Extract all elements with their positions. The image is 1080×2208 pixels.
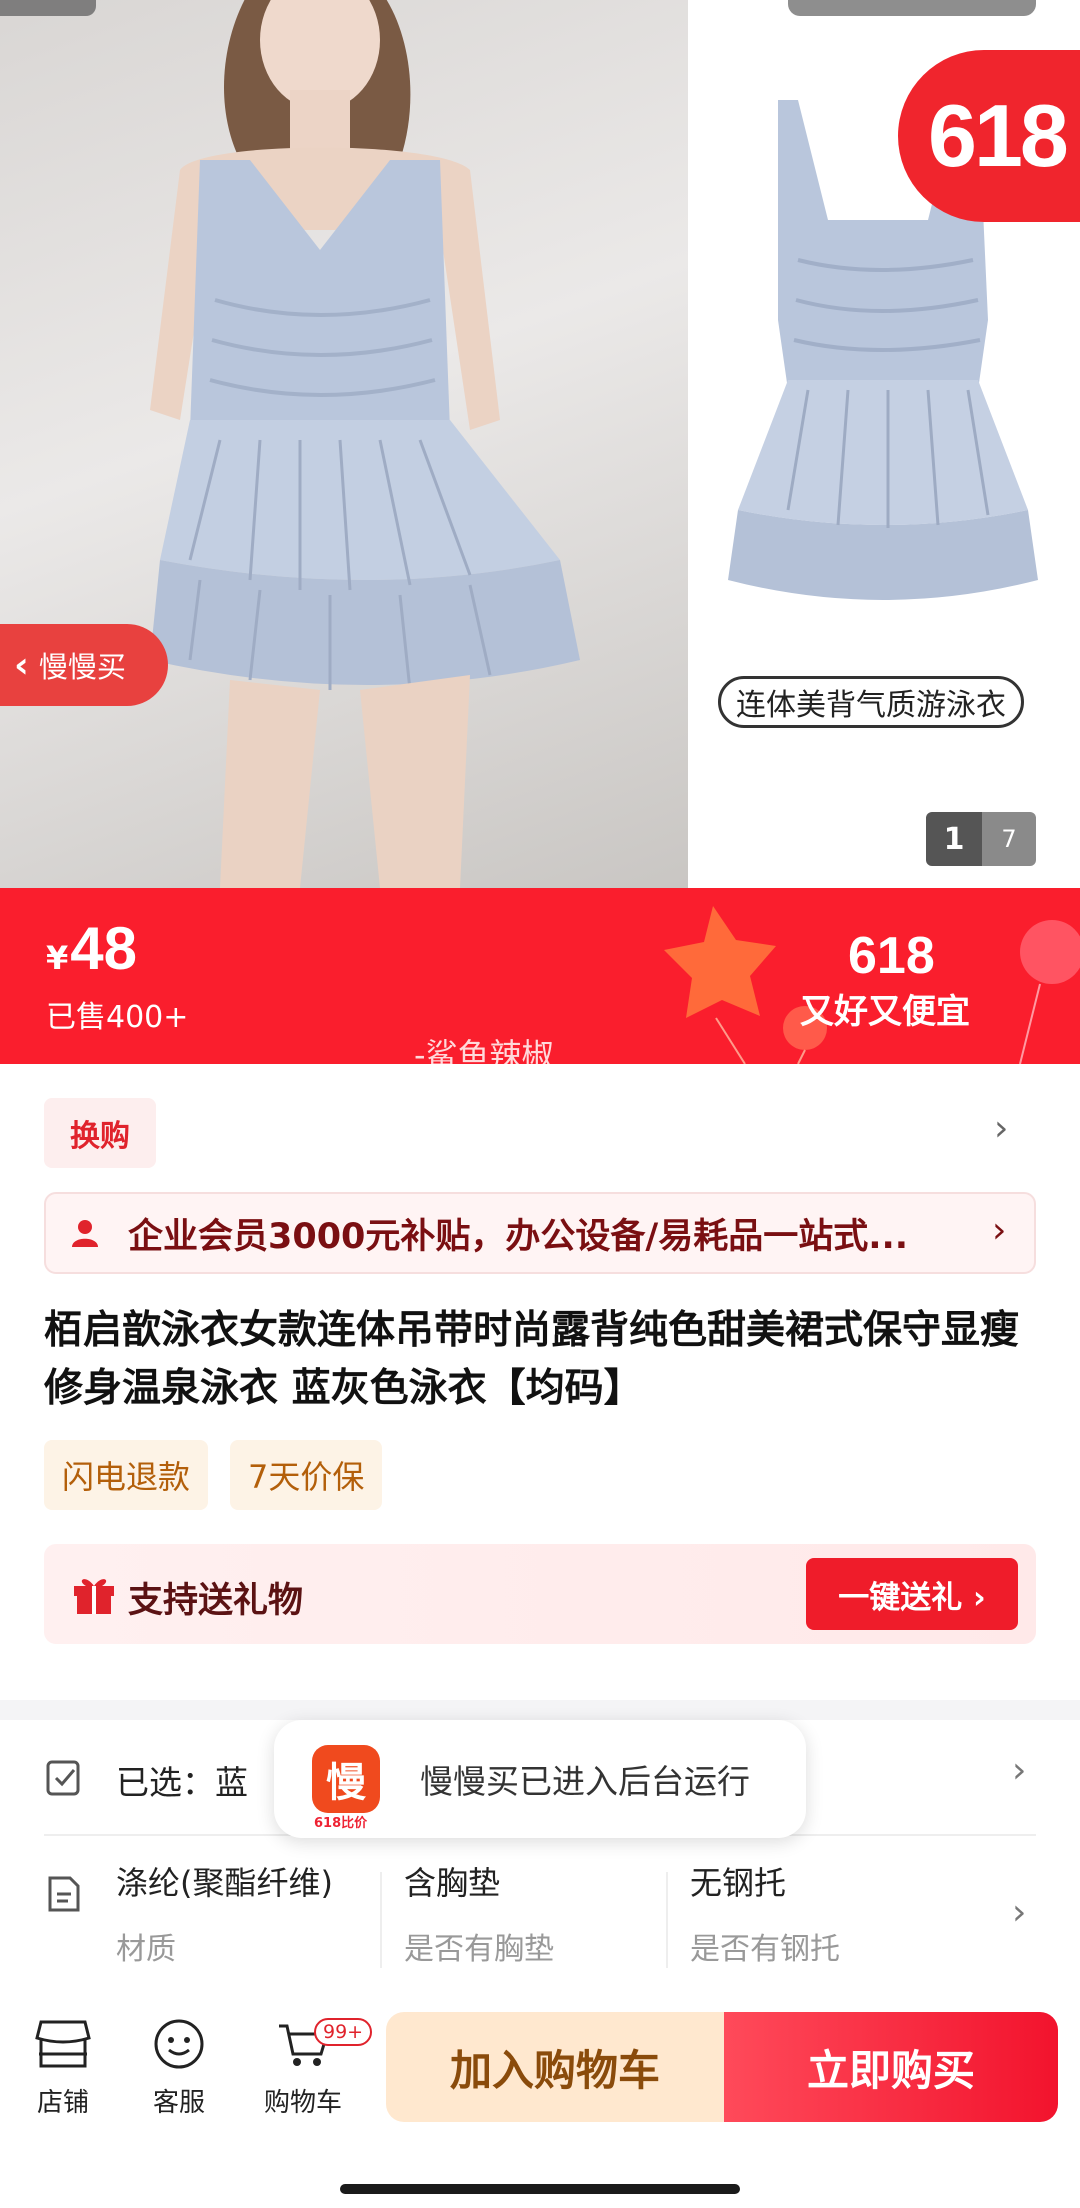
back-to-app-button[interactable]: ‹ 慢慢买 xyxy=(0,624,168,706)
chevron-right-icon: › xyxy=(994,1108,1009,1149)
toast-message: 慢慢买已进入后台运行 xyxy=(420,1762,750,1801)
seller-name: -鲨鱼辣椒 xyxy=(414,1036,554,1064)
app-logo-sub: 618比价 xyxy=(314,1816,368,1831)
chevron-right-icon: › xyxy=(1012,1750,1027,1791)
bottom-action-bar: 店铺 客服 99+ 购物车 加入购物车 立即购买 xyxy=(0,1998,1080,2208)
image-counter: 1 7 xyxy=(926,812,1036,866)
back-to-app-label: 慢慢买 xyxy=(38,650,126,684)
section-divider xyxy=(0,1700,1080,1720)
attribute-separator xyxy=(666,1872,668,1968)
price-banner: ¥ 48 已售400+ 618 又好又便宜 -鲨鱼辣椒 xyxy=(0,888,1080,1064)
service-tags: 闪电退款 7天价保 xyxy=(44,1440,383,1510)
enterprise-member-banner[interactable]: 企业会员3000元补贴，办公设备/易耗品一站式... › xyxy=(44,1192,1036,1274)
promo-618-badge-text: 618 xyxy=(928,86,1069,185)
model-swimsuit-illustration xyxy=(150,0,580,888)
price-amount: 48 xyxy=(70,915,138,982)
customer-service-label: 客服 xyxy=(152,2088,205,2118)
selected-variant-label: 已选：蓝 xyxy=(116,1763,248,1802)
promo-618-badge: 618 xyxy=(898,50,1080,222)
exchange-row[interactable]: 换购 › xyxy=(44,1098,1036,1168)
attributes-row[interactable]: 涤纶(聚酯纤维) 材质 含胸垫 是否有胸垫 无钢托 是否有钢托 › xyxy=(0,1852,1080,1982)
checklist-icon xyxy=(46,1760,80,1796)
chevron-left-icon: ‹ xyxy=(14,644,29,686)
buy-now-button[interactable]: 立即购买 xyxy=(724,2012,1058,2122)
chevron-right-icon: › xyxy=(1012,1892,1027,1933)
attribute-value: 含胸垫 xyxy=(404,1864,501,1902)
product-title: 栢启歆泳衣女款连体吊带时尚露背纯色甜美裙式保守显瘦修身温泉泳衣 蓝灰色泳衣【均码… xyxy=(44,1308,1020,1411)
image-index: 1 xyxy=(926,812,982,866)
add-to-cart-button[interactable]: 加入购物车 xyxy=(386,2012,724,2122)
app-logo-icon: 慢 618比价 xyxy=(312,1745,380,1831)
model-photo xyxy=(0,0,688,888)
exchange-tag: 换购 xyxy=(44,1098,156,1168)
cart-label: 购物车 xyxy=(263,2088,342,2118)
gift-label: 支持送礼物 xyxy=(128,1581,304,1621)
cart-button[interactable]: 99+ 购物车 xyxy=(248,2018,373,2119)
service-tag: 闪电退款 xyxy=(44,1440,209,1510)
gift-bar: 支持送礼物 一键送礼 › xyxy=(44,1544,1036,1644)
attribute-key: 是否有钢托 xyxy=(690,1932,840,1967)
cart-count-badge: 99+ xyxy=(314,2018,373,2046)
user-icon xyxy=(72,1220,98,1247)
customer-service-button[interactable]: 客服 xyxy=(124,2018,234,2119)
document-icon xyxy=(48,1876,80,1912)
home-indicator[interactable] xyxy=(340,2184,740,2194)
top-left-overlay xyxy=(0,0,96,16)
enterprise-member-text: 企业会员3000元补贴，办公设备/易耗品一站式... xyxy=(128,1216,909,1257)
currency-symbol: ¥ xyxy=(46,939,69,977)
attribute-key: 材质 xyxy=(116,1932,176,1967)
customer-service-icon xyxy=(154,2019,204,2069)
product-gallery[interactable]: 618 连体美背气质游泳衣 ‹ 慢慢买 1 7 xyxy=(0,0,1080,888)
chevron-right-icon: › xyxy=(992,1210,1007,1251)
shop-label: 店铺 xyxy=(36,2088,89,2118)
top-right-overlay xyxy=(788,0,1036,16)
image-total: 7 xyxy=(982,812,1036,866)
attribute-material: 涤纶(聚酯纤维) 材质 xyxy=(116,1858,333,1968)
promo-title: 618 xyxy=(848,927,935,985)
app-logo-char: 慢 xyxy=(326,1760,366,1806)
send-gift-button[interactable]: 一键送礼 › xyxy=(806,1558,1018,1630)
sold-count: 已售400+ xyxy=(46,1000,189,1035)
attribute-key: 是否有胸垫 xyxy=(404,1932,554,1967)
attribute-separator xyxy=(380,1872,382,1968)
attribute-value: 涤纶(聚酯纤维) xyxy=(116,1864,333,1902)
shop-icon xyxy=(35,2020,91,2068)
service-tag: 7天价保 xyxy=(230,1440,383,1510)
promo-subtitle: 又好又便宜 xyxy=(800,992,970,1032)
attribute-value: 无钢托 xyxy=(690,1864,787,1902)
product-caption: 连体美背气质游泳衣 xyxy=(718,676,1024,728)
gift-icon xyxy=(74,1579,114,1614)
attribute-underwire: 无钢托 是否有钢托 xyxy=(690,1858,840,1968)
price: ¥ 48 xyxy=(46,914,137,983)
attribute-padding: 含胸垫 是否有胸垫 xyxy=(404,1858,554,1968)
background-run-toast: 慢 618比价 慢慢买已进入后台运行 xyxy=(274,1720,806,1838)
shop-button[interactable]: 店铺 xyxy=(8,2018,118,2119)
